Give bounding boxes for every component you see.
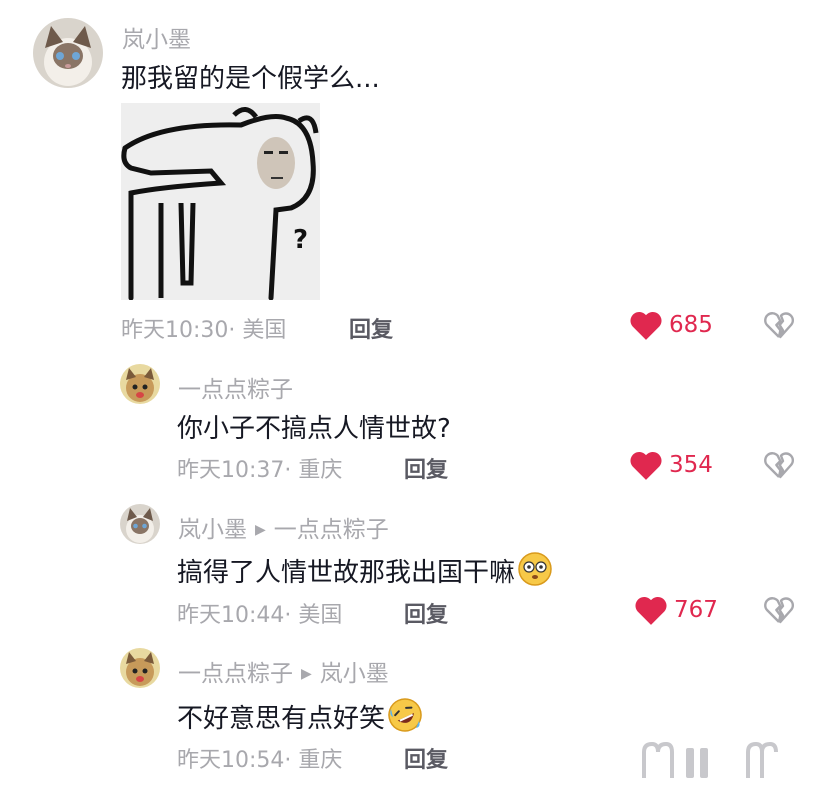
username[interactable]: 岚小墨 ▶ 一点点粽子 — [178, 510, 389, 544]
avatar[interactable] — [33, 18, 103, 88]
timestamp: 昨天10:54 — [177, 748, 285, 773]
dislike-button[interactable] — [763, 310, 795, 344]
username-label[interactable]: 岚小墨 — [122, 27, 191, 53]
comment-text-body: 搞得了人情世故那我出国干嘛 — [177, 558, 516, 588]
location: · 美国 — [284, 603, 343, 628]
broken-heart-icon — [764, 452, 794, 479]
username-label[interactable]: 一点点粽子 — [178, 661, 293, 687]
like-count: 767 — [674, 597, 718, 623]
comment-meta: 昨天10:37· 重庆 — [177, 452, 342, 484]
heart-icon — [635, 596, 667, 625]
username[interactable]: 一点点粽子 — [178, 370, 293, 404]
avatar[interactable] — [120, 504, 160, 544]
heart-icon — [630, 311, 662, 340]
location: · 重庆 — [284, 748, 343, 773]
dislike-button[interactable] — [763, 595, 795, 629]
like-count: 685 — [669, 312, 713, 338]
flushed-face-icon — [517, 551, 553, 594]
reply-to-label[interactable]: 一点点粽子 — [274, 517, 389, 543]
comment-text-body: 不好意思有点好笑 — [177, 704, 386, 734]
broken-heart-icon — [764, 597, 794, 624]
location: · 重庆 — [284, 458, 343, 483]
avatar[interactable] — [120, 648, 160, 688]
like-button[interactable]: 685 — [629, 310, 713, 340]
like-button[interactable] — [640, 738, 780, 788]
reply-to-label[interactable]: 岚小墨 — [320, 661, 389, 687]
username-label[interactable]: 一点点粽子 — [178, 377, 293, 403]
like-count: 354 — [669, 452, 713, 478]
comment-text: 那我留的是个假学么... — [121, 64, 380, 94]
timestamp: 昨天10:44 — [177, 603, 285, 628]
reply-button[interactable]: 回复 — [404, 452, 448, 484]
comment-text: 搞得了人情世故那我出国干嘛 — [177, 551, 553, 594]
reply-button[interactable]: 回复 — [404, 597, 448, 629]
sticker-text: ? — [293, 225, 308, 255]
location: · 美国 — [228, 318, 287, 343]
meme-sticker-bear[interactable]: ? — [121, 103, 320, 301]
reply-button[interactable]: 回复 — [349, 312, 393, 344]
comment-text: 不好意思有点好笑 — [177, 697, 423, 740]
heart-outline-icon — [642, 741, 778, 778]
like-button[interactable]: 354 — [629, 450, 713, 480]
rolling-laughing-face-icon — [387, 697, 423, 740]
comment-meta: 昨天10:44· 美国 — [177, 597, 342, 629]
reply-button[interactable]: 回复 — [404, 742, 448, 774]
heart-icon — [630, 451, 662, 480]
username[interactable]: 岚小墨 — [122, 20, 191, 54]
timestamp: 昨天10:37 — [177, 458, 285, 483]
comment-meta: 昨天10:30· 美国 — [121, 312, 286, 344]
broken-heart-icon — [764, 312, 794, 339]
comment-meta: 昨天10:54· 重庆 — [177, 742, 342, 774]
timestamp: 昨天10:30 — [121, 318, 229, 343]
reply-arrow-icon: ▶ — [301, 666, 312, 682]
like-button[interactable]: 767 — [634, 595, 718, 625]
comment-text: 你小子不搞点人情世故? — [177, 414, 451, 444]
username[interactable]: 一点点粽子 ▶ 岚小墨 — [178, 654, 389, 688]
username-label[interactable]: 岚小墨 — [178, 517, 247, 543]
dislike-button[interactable] — [763, 450, 795, 484]
reply-arrow-icon: ▶ — [255, 522, 266, 538]
avatar[interactable] — [120, 364, 160, 404]
